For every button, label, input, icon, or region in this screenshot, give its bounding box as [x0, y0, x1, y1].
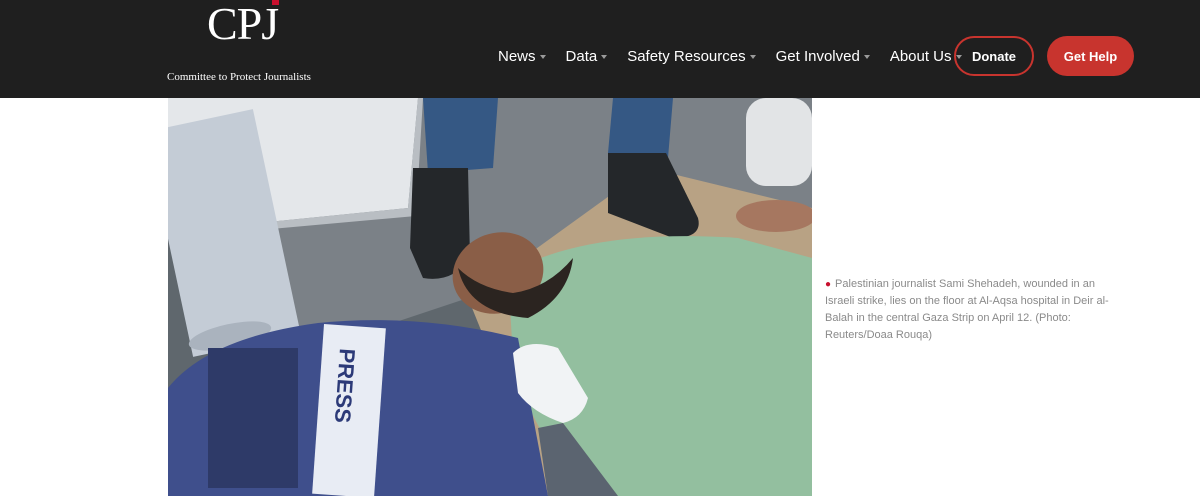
photo-caption: ● Palestinian journalist Sami Shehadeh, w…	[825, 276, 1110, 344]
site-header: CPJ Committee to Protect Journalists New…	[0, 0, 1200, 98]
caret-down-icon	[863, 54, 870, 59]
vest-press-label: PRESS	[330, 348, 360, 424]
donate-button[interactable]: Donate	[954, 36, 1034, 76]
nav-item-about-us[interactable]: About Us	[890, 48, 962, 65]
caret-down-icon	[749, 54, 756, 59]
caret-down-icon	[601, 54, 608, 59]
nav-item-label: Safety Resources	[627, 47, 746, 65]
news-photo: PRESS	[168, 98, 812, 496]
get-help-button[interactable]: Get Help	[1047, 36, 1134, 76]
cpj-logo[interactable]: CPJ Committee to Protect Journalists	[167, 0, 337, 90]
nav-item-get-involved[interactable]: Get Involved	[776, 48, 870, 65]
nav-item-label: News	[498, 47, 536, 65]
nav-item-label: Data	[565, 47, 598, 65]
nav-item-safety-resources[interactable]: Safety Resources	[627, 47, 756, 65]
nav-item-news[interactable]: News	[498, 48, 546, 65]
logo-tagline: Committee to Protect Journalists	[167, 71, 311, 83]
logo-red-accent	[272, 0, 279, 5]
caption-text: Palestinian journalist Sami Shehadeh, wo…	[825, 278, 1109, 341]
main-nav: News Data Safety Resources Get Involved …	[498, 36, 982, 76]
photo-illustration: PRESS	[168, 98, 812, 496]
caret-down-icon	[539, 54, 546, 59]
logo-mark: CPJ	[207, 0, 279, 49]
caption-bullet-icon: ●	[825, 279, 832, 290]
nav-item-label: About Us	[889, 47, 952, 65]
nav-item-label: Get Involved	[775, 47, 860, 65]
nav-item-data[interactable]: Data	[566, 48, 608, 65]
